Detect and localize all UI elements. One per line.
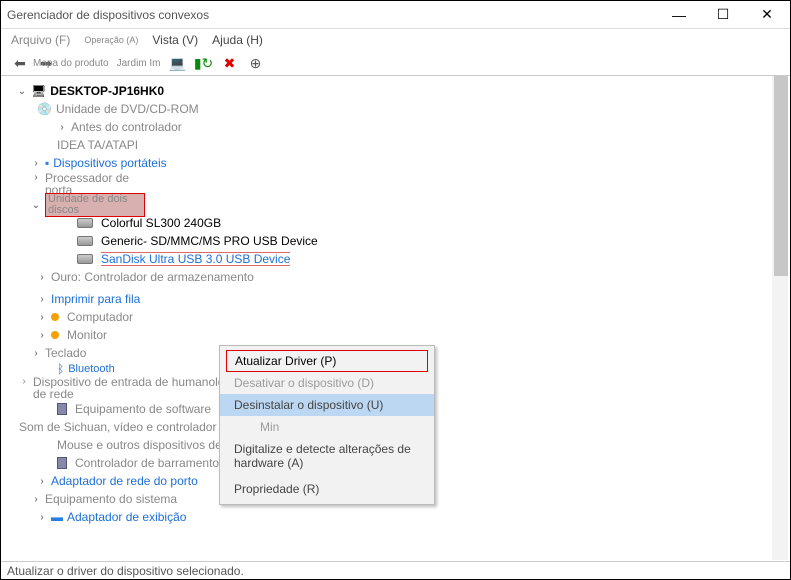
ctx-uninstall-label: Desinstalar o dispositivo (U) [234,398,383,412]
ctx-update-driver[interactable]: Atualizar Driver (P) [226,350,428,372]
caret-icon[interactable]: › [31,494,41,505]
menu-ajuda[interactable]: Ajuda (H) [212,33,263,47]
hdd-icon [77,236,93,246]
category-printqueue[interactable]: › Imprimir para fila [37,290,790,308]
ctx-disable-device[interactable]: Desativar o dispositivo (D) [220,372,434,394]
hid-label: Dispositivo de entrada de humanologia de… [33,376,243,400]
ctx-properties[interactable]: Propriedade (R) [220,478,434,500]
caret-icon[interactable]: › [19,376,29,387]
title-bar: Gerenciador de dispositivos convexos — ☐… [1,1,790,29]
device-icon [57,403,67,415]
caret-icon[interactable]: › [31,348,41,359]
toolbar: ⬅ ➡ Mapa do produto Jardim Im 💻 ▮↻ ✖ ⊕ [1,51,790,76]
category-computer[interactable]: › Computador [37,308,790,326]
ctx-min[interactable]: Min [220,416,434,438]
disk3-label: SanDisk Ultra USB 3.0 USB Device [101,252,290,266]
menu-bar: Arquivo (F) Operação (A) Vista (V) Ajuda… [1,29,790,51]
caret-icon[interactable]: › [57,122,67,133]
printqueue-label: Imprimir para fila [51,292,140,306]
device-icon [57,457,67,469]
disk1-label: Colorful SL300 240GB [101,216,221,230]
tree-root[interactable]: ⌄ 🖥 DESKTOP-JP16HK0 [17,82,790,100]
caret-icon[interactable]: › [37,476,47,487]
portable-label: Dispositivos portáteis [53,156,166,170]
status-bar: Atualizar o driver do dispositivo seleci… [1,561,790,579]
caret-icon[interactable]: › [31,158,41,169]
netadapter-label: Adaptador de rede do porto [51,474,198,488]
category-portable[interactable]: › ▪ Dispositivos portáteis [31,154,790,172]
software-label: Equipamento de software [75,402,211,416]
disk2-label: Generic- SD/MMC/MS PRO USB Device [101,234,318,248]
bluetooth-label: Bluetooth [68,364,112,375]
status-text: Atualizar o driver do dispositivo seleci… [7,564,244,578]
caret-icon[interactable]: › [37,272,47,283]
display-label: Adaptador de exibição [67,510,186,524]
caret-icon[interactable]: › [37,294,47,305]
category-diskdrives[interactable]: ⌄ Unidade de dois discos [31,196,790,214]
computer-icon: 🖥 [31,84,46,98]
disk-sandisk[interactable]: SanDisk Ultra USB 3.0 USB Device [77,250,790,268]
caret-icon[interactable]: › [37,330,47,341]
category-dvd[interactable]: 💿 Unidade de DVD/CD-ROM [37,100,790,118]
idea-label: IDEA TA/ATAPI [57,138,138,152]
monitor-label: Monitor [67,328,107,342]
menu-arquivo[interactable]: Arquivo (F) [11,33,70,47]
sysdevices-label: Equipamento do sistema [45,492,177,506]
ctx-uninstall-device[interactable]: Desinstalar o dispositivo (U) [220,394,434,416]
caret-icon[interactable]: › [37,312,47,323]
item-idea[interactable]: IDEA TA/ATAPI [57,136,790,154]
disk-generic[interactable]: Generic- SD/MMC/MS PRO USB Device [77,232,790,250]
ctx-min-label: Min [260,420,279,434]
back-icon[interactable]: ⬅ [11,54,29,72]
delete-icon[interactable]: ✖ [221,54,239,72]
caret-icon[interactable]: › [37,512,47,523]
dvd-label: Unidade de DVD/CD-ROM [56,102,199,116]
toolbar-forward-label: Jardim Im [117,58,161,69]
refresh-icon[interactable]: ▮↻ [195,54,213,72]
keyboard-label: Teclado [45,346,86,360]
item-antes[interactable]: › Antes do controlador [57,118,790,136]
caret-icon[interactable]: ⌄ [31,200,41,211]
antes-label: Antes do controlador [71,120,182,134]
maximize-button[interactable]: ☐ [710,5,736,25]
storage-label: Ouro: Controlador de armazenamento [51,270,254,284]
dvd-icon: 💿 [37,102,52,116]
diskdrives-label: Unidade de dois discos [45,193,145,217]
scrollbar-thumb[interactable] [774,76,788,276]
device-tree: ⌄ 🖥 DESKTOP-JP16HK0 💿 Unidade de DVD/CD-… [1,76,790,560]
caret-icon[interactable]: ⌄ [17,86,27,97]
window-controls: — ☐ ✕ [666,5,784,25]
dot-icon [51,313,59,321]
monitor-icon[interactable]: 💻 [169,54,187,72]
caret-icon[interactable]: › [31,172,41,183]
ctx-scan-label: Digitalize e detecte alterações de hardw… [234,442,411,470]
close-button[interactable]: ✕ [754,5,780,25]
hdd-icon [77,254,93,264]
hdd-icon [77,218,93,228]
category-display[interactable]: › ▬ Adaptador de exibição [37,508,790,526]
minimize-button[interactable]: — [666,5,692,25]
bluetooth-icon: ᛒ [57,362,64,376]
computer-label: Computador [67,310,133,324]
ctx-scan-hardware[interactable]: Digitalize e detecte alterações de hardw… [220,438,434,474]
menu-operacao[interactable]: Operação (A) [84,35,138,45]
category-monitor[interactable]: › Monitor [37,326,790,344]
category-storage[interactable]: › Ouro: Controlador de armazenamento [37,268,790,286]
toolbar-back-label: Mapa do produto [33,58,109,69]
context-menu: Atualizar Driver (P) Desativar o disposi… [219,345,435,505]
menu-vista[interactable]: Vista (V) [152,33,198,47]
ctx-update-label: Atualizar Driver (P) [235,354,336,368]
ctx-properties-label: Propriedade (R) [234,482,319,496]
root-label: DESKTOP-JP16HK0 [50,84,164,98]
scan-icon[interactable]: ⊕ [247,54,265,72]
monitor-icon: ▬ [51,510,63,524]
disk-colorful[interactable]: Colorful SL300 240GB [77,214,790,232]
dot-icon [51,331,59,339]
ctx-disable-label: Desativar o dispositivo (D) [234,376,374,390]
window-title: Gerenciador de dispositivos convexos [7,8,209,22]
